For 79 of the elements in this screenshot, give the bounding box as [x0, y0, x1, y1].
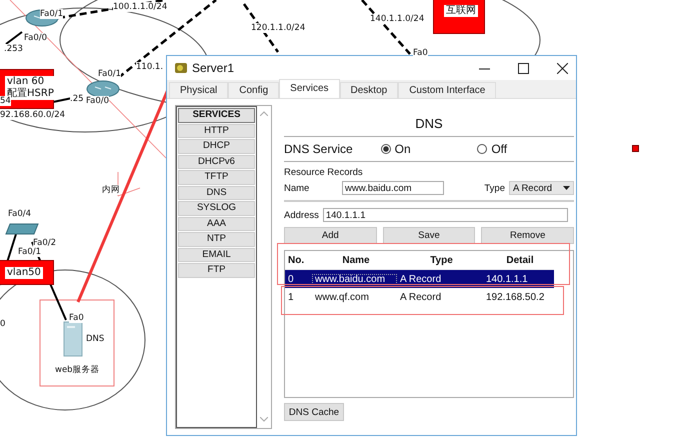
table-cell-text: 192.168.50.2 [485, 292, 546, 302]
field-label: Name [284, 182, 310, 194]
port-label: 140.1.1.0/24 [370, 14, 424, 24]
switch-icon [5, 224, 39, 234]
port-label: 92.168.60.0/24 [0, 110, 66, 120]
port-label: 0 [0, 319, 6, 329]
service-item[interactable]: HTTP [178, 124, 255, 138]
port-label: Fa0/1 [18, 247, 41, 257]
service-item[interactable]: DNS [178, 186, 255, 200]
service-item[interactable]: SYSLOG [178, 201, 255, 216]
node-marker [632, 145, 639, 152]
radio-option[interactable]: On [380, 142, 478, 156]
section-label: Resource Records [284, 167, 364, 178]
server-app-icon [174, 62, 188, 74]
caret-icon [563, 186, 570, 190]
port-label: 120.1.1.0/24 [251, 23, 306, 33]
field-label: Type [484, 182, 505, 194]
network-cable [5, 31, 23, 45]
port-label: Fa0/0 [24, 33, 47, 43]
area-label: vlan50 [5, 267, 43, 279]
table-cell: www.baidu.com [312, 274, 397, 284]
router-icon [86, 80, 120, 98]
radio-button[interactable] [380, 144, 391, 154]
port-label: 内网 [102, 185, 120, 195]
table-row[interactable]: 1 www.qf.com A Record 192.168.50.2 [285, 288, 554, 306]
service-item[interactable]: NTP [178, 232, 255, 246]
port-label: web服务器 [55, 365, 100, 375]
address-field[interactable]: 140.1.1.1 [322, 208, 568, 222]
tab[interactable]: Physical [169, 82, 228, 98]
tab[interactable]: Config [228, 82, 280, 98]
radio-button[interactable] [477, 144, 488, 154]
service-item[interactable]: DHCP [178, 139, 255, 154]
maximize-icon[interactable] [518, 62, 529, 74]
column-header: Type [429, 254, 454, 266]
table-cell-text: A Record [399, 274, 442, 284]
port-label: DNS [86, 334, 104, 344]
close-icon[interactable] [557, 62, 568, 74]
server-icon [64, 322, 82, 356]
service-item[interactable]: EMAIL [178, 248, 255, 262]
name-field[interactable]: www.baidu.com [342, 181, 444, 195]
port-label: Fa0/1 [98, 69, 121, 79]
service-item[interactable]: TFTP [178, 170, 255, 184]
table-cell-text: www.qf.com [314, 292, 370, 302]
table-cell-text: 0 [287, 274, 295, 284]
type-dropdown[interactable]: A Record [509, 181, 574, 195]
port-label: .253 [4, 44, 23, 54]
tab[interactable]: Desktop [340, 82, 398, 98]
table-cell-text: 140.1.1.1 [485, 274, 529, 284]
action-button[interactable]: Save [382, 227, 476, 244]
service-item[interactable]: FTP [178, 263, 255, 278]
column-header: Detail [505, 254, 535, 266]
dns-cache-button[interactable]: DNS Cache [284, 403, 344, 421]
service-item[interactable]: AAA [178, 216, 255, 231]
area-label: 互联网 [444, 5, 478, 17]
field-label: DNS Service [284, 142, 354, 156]
port-label: 100.1.1.0/24 [113, 2, 168, 12]
list-heading: SERVICES [178, 108, 255, 122]
port-label: 110.1. [136, 62, 164, 72]
port-label: Fa0/0 [86, 96, 109, 106]
radio-option[interactable]: Off [477, 142, 574, 156]
action-button[interactable]: Add [284, 227, 377, 244]
table-cell-text: A Record [399, 292, 442, 302]
port-label: Fa0/1 [40, 9, 63, 19]
field-label: Address [284, 210, 319, 220]
section-title: DNS [284, 112, 574, 137]
column-header: Name [341, 254, 371, 266]
tab[interactable]: Services [279, 79, 340, 98]
port-label: .25 [70, 94, 84, 104]
service-item[interactable]: DHCPv6 [178, 154, 255, 169]
window-title: Server1 [192, 61, 234, 75]
port-label: 54 [0, 96, 11, 106]
tab[interactable]: Custom Interface [398, 82, 496, 98]
action-button[interactable]: Remove [481, 227, 574, 244]
table-cell-text: 1 [287, 292, 295, 302]
port-label: Fa0 [413, 48, 428, 58]
port-label: Fa0/4 [8, 209, 31, 219]
port-label: Fa0 [69, 313, 84, 323]
port-label: Fa0/2 [33, 238, 56, 248]
column-header: No. [287, 254, 306, 266]
